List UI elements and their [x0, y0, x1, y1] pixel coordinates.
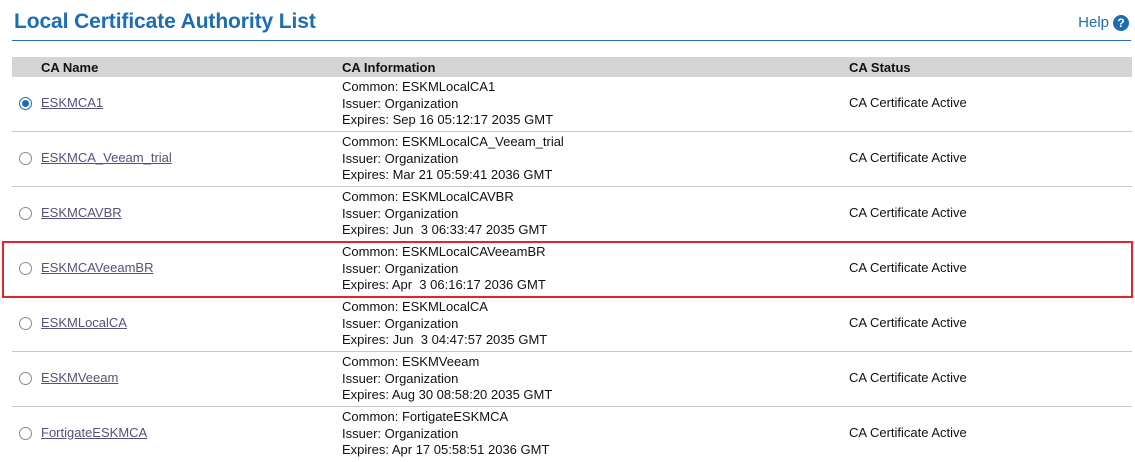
ca-select-radio[interactable] — [19, 427, 32, 440]
page-header: Local Certificate Authority List Help ? — [12, 0, 1131, 41]
ca-status: CA Certificate Active — [849, 95, 967, 110]
ca-expires: Expires: Aug 30 08:58:20 2035 GMT — [342, 387, 553, 402]
ca-information: Common: ESKMLocalCA1 Issuer: Organizatio… — [342, 79, 553, 129]
column-header-ca-information: CA Information — [342, 60, 436, 75]
ca-information: Common: FortigateESKMCA Issuer: Organiza… — [342, 409, 549, 459]
ca-common-name: Common: ESKMLocalCAVBR — [342, 189, 514, 204]
ca-issuer: Issuer: Organization — [342, 315, 459, 331]
ca-name-link[interactable]: ESKMCAVeeamBR — [41, 260, 153, 275]
ca-name-link[interactable]: ESKMCA_Veeam_trial — [41, 150, 172, 165]
table-row: ESKMCA_Veeam_trial Common: ESKMLocalCA_V… — [12, 132, 1132, 187]
ca-select-radio[interactable] — [19, 317, 32, 330]
ca-information: Common: ESKMLocalCAVeeamBR Issuer: Organ… — [342, 244, 546, 294]
ca-common-name: Common: ESKMVeeam — [342, 354, 480, 369]
ca-information: Common: ESKMLocalCA Issuer: Organization… — [342, 299, 547, 349]
page-title: Local Certificate Authority List — [14, 10, 316, 33]
ca-common-name: Common: ESKMLocalCAVeeamBR — [342, 244, 546, 259]
ca-status: CA Certificate Active — [849, 260, 967, 275]
ca-select-radio[interactable] — [19, 152, 32, 165]
table-row: ESKMLocalCA Common: ESKMLocalCA Issuer: … — [12, 297, 1132, 352]
table-row: FortigateESKMCA Common: FortigateESKMCA … — [12, 407, 1132, 461]
ca-status: CA Certificate Active — [849, 150, 967, 165]
column-header-ca-name: CA Name — [41, 60, 99, 75]
ca-information: Common: ESKMLocalCA_Veeam_trial Issuer: … — [342, 134, 564, 184]
ca-expires: Expires: Mar 21 05:59:41 2036 GMT — [342, 167, 553, 182]
ca-information: Common: ESKMLocalCAVBR Issuer: Organizat… — [342, 189, 547, 239]
ca-status: CA Certificate Active — [849, 370, 967, 385]
ca-name-link[interactable]: FortigateESKMCA — [41, 425, 147, 440]
ca-status: CA Certificate Active — [849, 315, 967, 330]
ca-select-radio[interactable] — [19, 97, 32, 110]
table-header: CA Name CA Information CA Status — [12, 57, 1132, 77]
table-row: ESKMCAVBR Common: ESKMLocalCAVBR Issuer:… — [12, 187, 1132, 242]
ca-status: CA Certificate Active — [849, 425, 967, 440]
ca-issuer: Issuer: Organization — [342, 370, 459, 386]
ca-name-link[interactable]: ESKMCA1 — [41, 95, 103, 110]
ca-expires: Expires: Apr 3 06:16:17 2036 GMT — [342, 277, 546, 292]
ca-name-link[interactable]: ESKMCAVBR — [41, 205, 122, 220]
ca-select-radio[interactable] — [19, 372, 32, 385]
ca-common-name: Common: ESKMLocalCA_Veeam_trial — [342, 134, 564, 149]
ca-issuer: Issuer: Organization — [342, 425, 459, 441]
ca-common-name: Common: ESKMLocalCA1 — [342, 79, 496, 94]
ca-information: Common: ESKMVeeam Issuer: Organization E… — [342, 354, 552, 404]
ca-select-radio[interactable] — [19, 207, 32, 220]
ca-issuer: Issuer: Organization — [342, 95, 459, 111]
ca-expires: Expires: Jun 3 04:47:57 2035 GMT — [342, 332, 548, 347]
ca-table: CA Name CA Information CA Status ESKMCA1… — [12, 57, 1132, 461]
ca-expires: Expires: Sep 16 05:12:17 2035 GMT — [342, 112, 554, 127]
help-icon[interactable]: ? — [1113, 14, 1129, 31]
ca-common-name: Common: FortigateESKMCA — [342, 409, 509, 424]
help-link[interactable]: Help ? — [1078, 14, 1129, 31]
ca-issuer: Issuer: Organization — [342, 260, 459, 276]
ca-select-radio[interactable] — [19, 262, 32, 275]
ca-name-link[interactable]: ESKMLocalCA — [41, 315, 127, 330]
column-header-ca-status: CA Status — [849, 60, 911, 75]
table-row: ESKMVeeam Common: ESKMVeeam Issuer: Orga… — [12, 352, 1132, 407]
ca-expires: Expires: Jun 3 06:33:47 2035 GMT — [342, 222, 548, 237]
ca-issuer: Issuer: Organization — [342, 150, 459, 166]
table-row: ESKMCA1 Common: ESKMLocalCA1 Issuer: Org… — [12, 77, 1132, 132]
ca-common-name: Common: ESKMLocalCA — [342, 299, 488, 314]
help-label[interactable]: Help — [1078, 14, 1109, 31]
table-row: ESKMCAVeeamBR Common: ESKMLocalCAVeeamBR… — [12, 242, 1132, 297]
ca-issuer: Issuer: Organization — [342, 205, 459, 221]
ca-expires: Expires: Apr 17 05:58:51 2036 GMT — [342, 442, 550, 457]
ca-name-link[interactable]: ESKMVeeam — [41, 370, 118, 385]
ca-status: CA Certificate Active — [849, 205, 967, 220]
